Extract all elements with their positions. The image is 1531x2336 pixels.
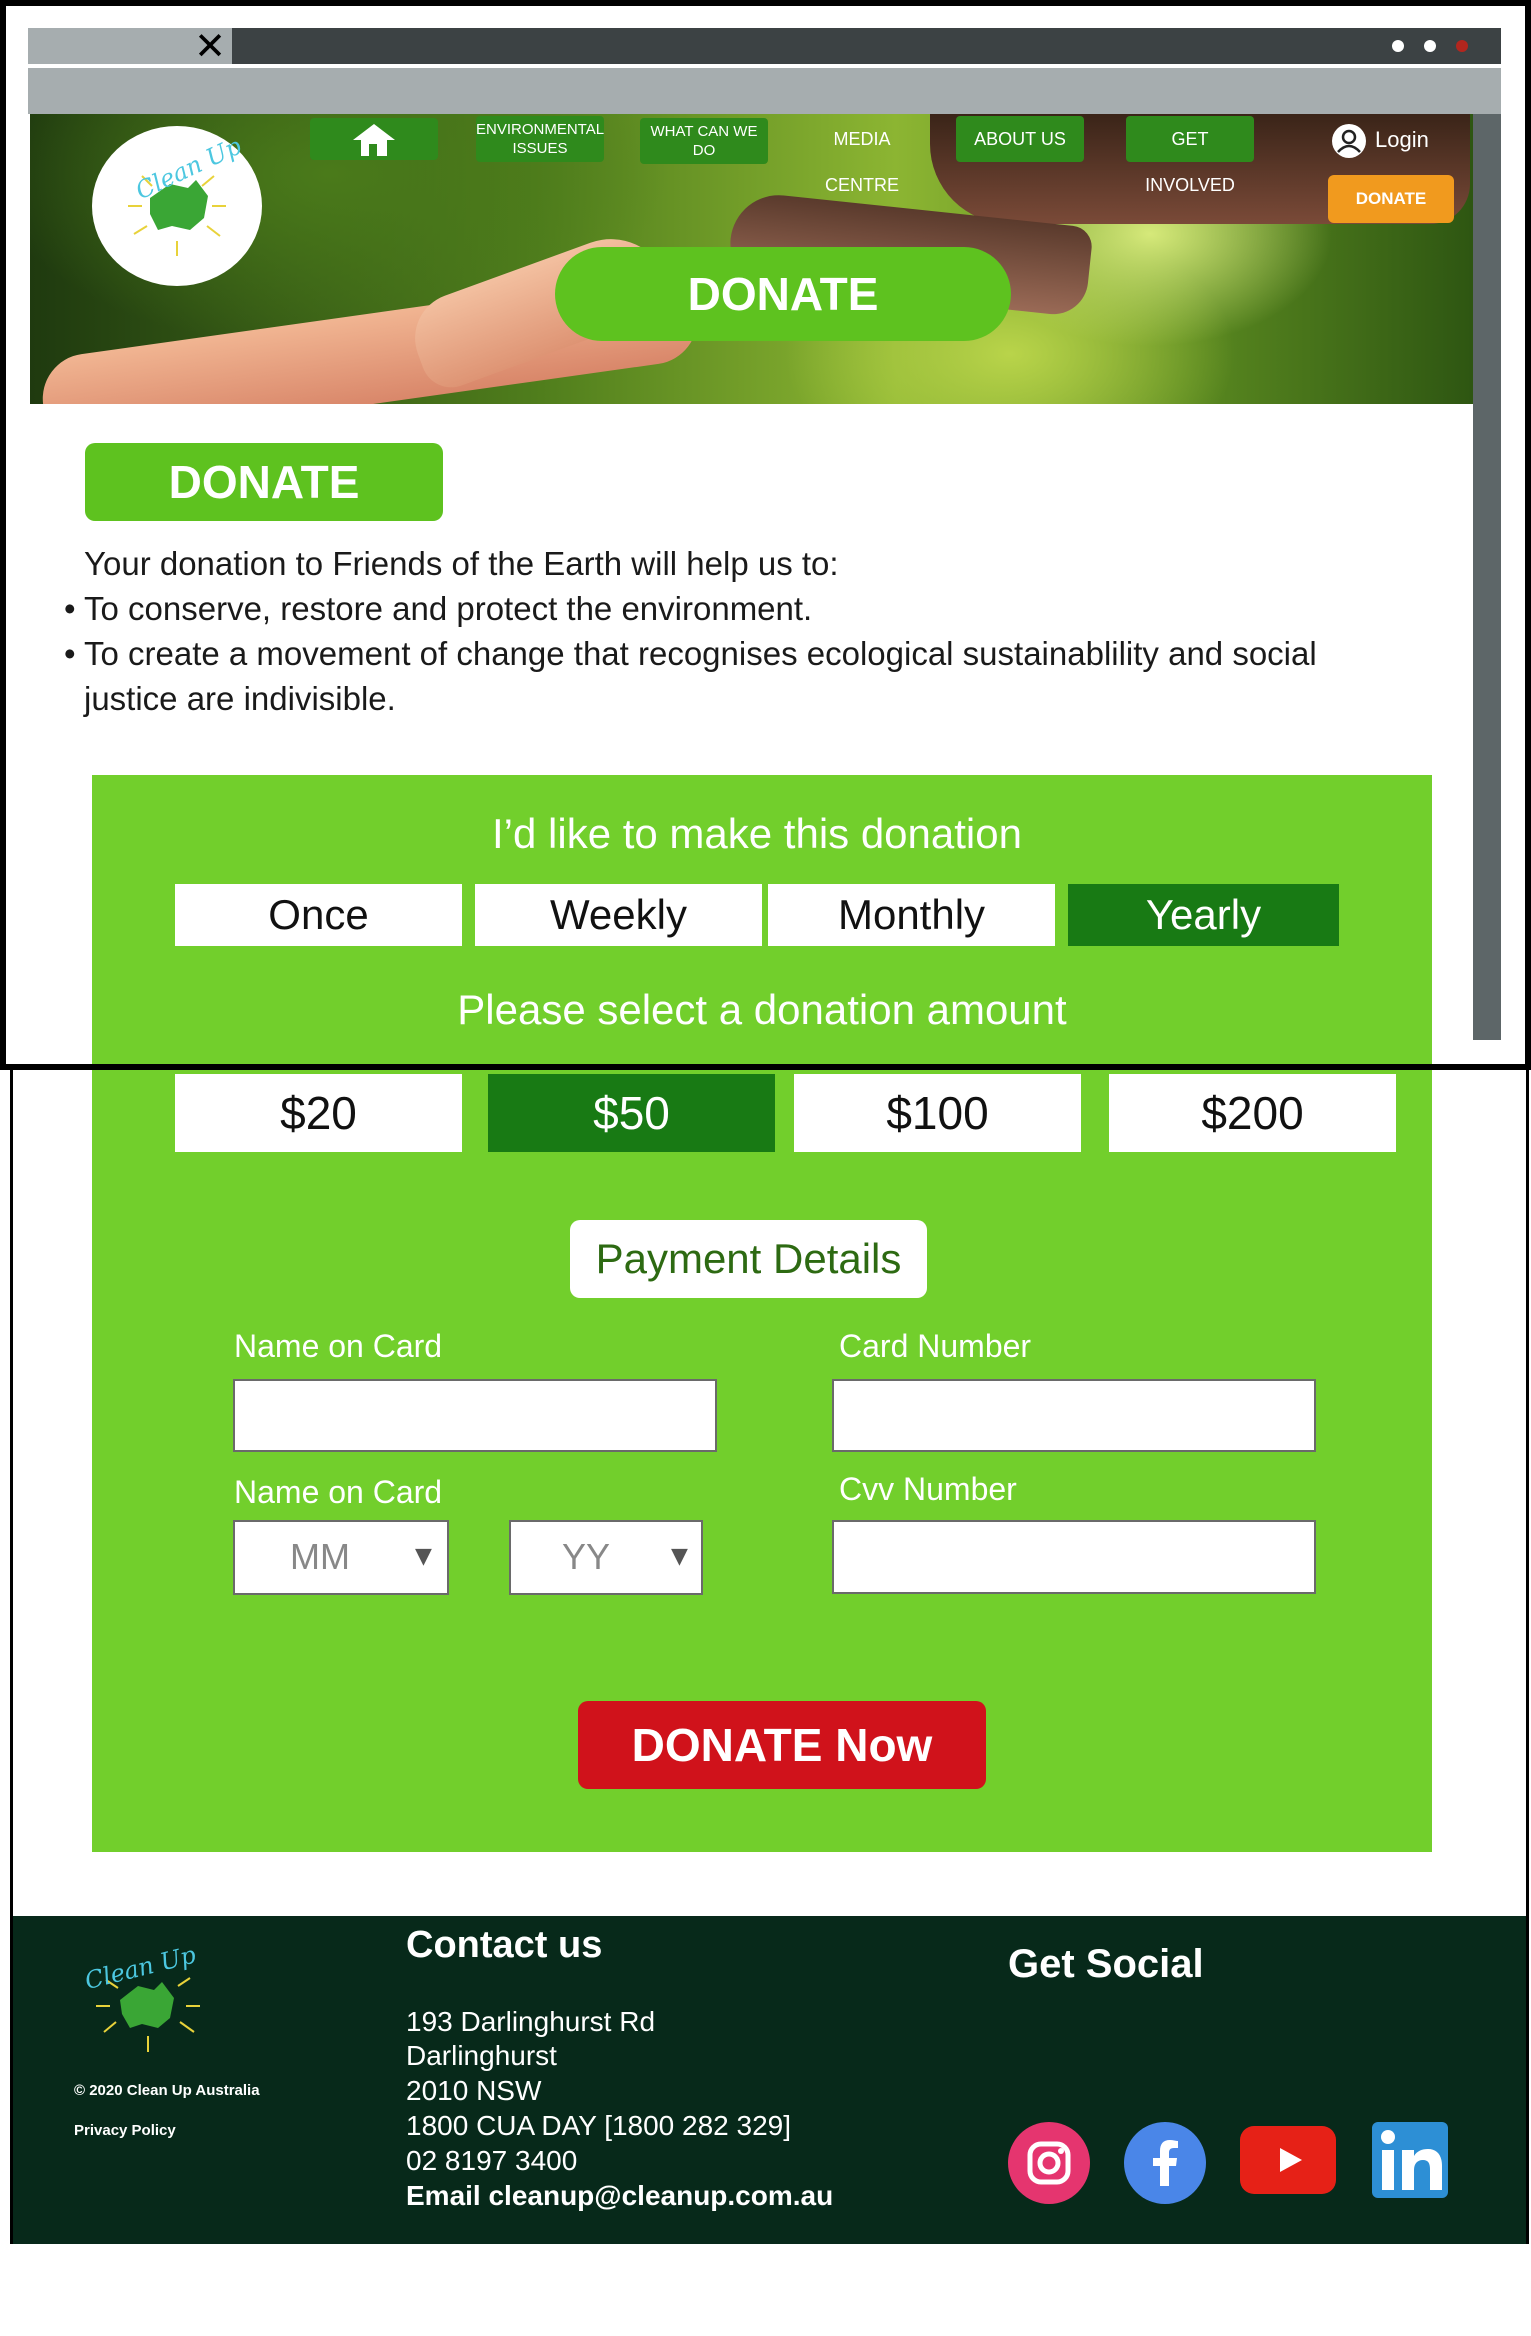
contact-address-line: 193 Darlinghurst Rd bbox=[406, 2006, 656, 2037]
facebook-icon[interactable] bbox=[1124, 2122, 1206, 2204]
bullet-icon: • bbox=[64, 635, 76, 672]
name-on-card-input[interactable] bbox=[233, 1379, 717, 1452]
privacy-policy-link[interactable]: Privacy Policy bbox=[74, 2122, 176, 2139]
amount-20[interactable]: $20 bbox=[175, 1074, 462, 1152]
intro-text: Your donation to Friends of the Earth wi… bbox=[84, 545, 839, 582]
nav-label: WHAT CAN WE bbox=[650, 123, 758, 140]
donate-now-button[interactable]: DONATE Now bbox=[578, 1701, 986, 1789]
contact-email[interactable]: Email cleanup@cleanup.com.au bbox=[406, 2180, 833, 2212]
window-dot-icon[interactable] bbox=[1392, 40, 1404, 52]
bullet-text: To create a movement of change that reco… bbox=[84, 635, 1317, 672]
contact-phone: 1800 CUA DAY [1800 282 329] bbox=[406, 2110, 792, 2141]
expiry-label: Name on Card bbox=[234, 1474, 443, 1510]
contact-address-line: Darlinghurst bbox=[406, 2040, 557, 2071]
card-number-input[interactable] bbox=[832, 1379, 1316, 1452]
instagram-icon[interactable] bbox=[1008, 2122, 1090, 2204]
address-bar[interactable] bbox=[28, 68, 1501, 114]
nav-label: ISSUES bbox=[512, 140, 568, 157]
name-on-card-label: Name on Card bbox=[234, 1328, 443, 1364]
amount-50[interactable]: $50 bbox=[488, 1074, 775, 1152]
expiry-year-select[interactable]: YY ▼ bbox=[509, 1520, 703, 1595]
contact-heading: Contact us bbox=[406, 1924, 603, 1966]
bullet-text: To conserve, restore and protect the env… bbox=[84, 590, 813, 627]
window-dot-icon[interactable] bbox=[1424, 40, 1436, 52]
section-heading-donate: DONATE bbox=[85, 443, 443, 521]
payment-details-heading: Payment Details bbox=[570, 1220, 927, 1298]
frequency-heading: I’d like to make this donation bbox=[492, 810, 1022, 857]
frequency-once[interactable]: Once bbox=[175, 884, 462, 946]
youtube-icon[interactable] bbox=[1240, 2126, 1336, 2194]
logo-icon: Clean Up bbox=[82, 1941, 200, 2052]
hero-donate-button[interactable]: DONATE bbox=[555, 247, 1011, 341]
cvv-label: Cvv Number bbox=[839, 1471, 1017, 1507]
contact-phone: 02 8197 3400 bbox=[406, 2145, 578, 2176]
logo[interactable]: Clean Up bbox=[92, 126, 262, 286]
social-heading: Get Social bbox=[1008, 1942, 1204, 1986]
nav-media-centre[interactable]: MEDIA CENTRE bbox=[798, 116, 926, 195]
nav-label: MEDIA CENTRE bbox=[824, 129, 899, 195]
nav-about-us[interactable]: ABOUT US bbox=[956, 116, 1084, 162]
linkedin-icon[interactable] bbox=[1372, 2122, 1448, 2198]
expiry-month-select[interactable]: MM ▼ bbox=[233, 1520, 449, 1595]
bullet-icon: • bbox=[64, 590, 76, 627]
user-icon[interactable] bbox=[1332, 124, 1366, 158]
close-icon[interactable]: ✕ bbox=[190, 26, 230, 66]
scrollbar[interactable] bbox=[1473, 114, 1501, 1040]
frequency-yearly[interactable]: Yearly bbox=[1068, 884, 1339, 946]
nav-what-can-we-do[interactable]: WHAT CAN WE DO bbox=[640, 118, 768, 164]
nav-environmental-issues[interactable]: ENVIRONMENTAL ISSUES bbox=[476, 116, 604, 162]
home-icon bbox=[353, 124, 395, 156]
header-donate-button[interactable]: DONATE bbox=[1328, 175, 1454, 223]
nav-label: ABOUT US bbox=[974, 129, 1066, 149]
amount-heading: Please select a donation amount bbox=[457, 986, 1067, 1033]
nav-label: ENVIRONMENTAL bbox=[476, 121, 605, 138]
chevron-down-icon: ▼ bbox=[415, 1544, 432, 1569]
amount-200[interactable]: $200 bbox=[1109, 1074, 1396, 1152]
window-dot-icon[interactable] bbox=[1456, 40, 1468, 52]
chevron-down-icon: ▼ bbox=[671, 1544, 688, 1569]
nav-get-involved[interactable]: GET INVOLVED bbox=[1126, 116, 1254, 195]
footer-logo[interactable]: Clean Up bbox=[78, 1928, 218, 2058]
nav-label: GET INVOLVED bbox=[1145, 129, 1235, 195]
bullet-text: justice are indivisible. bbox=[84, 680, 396, 717]
login-link[interactable]: Login bbox=[1375, 125, 1455, 155]
card-number-label: Card Number bbox=[839, 1328, 1032, 1364]
browser-titlebar bbox=[28, 28, 1501, 64]
cvv-input[interactable] bbox=[832, 1520, 1316, 1594]
contact-address-line: 2010 NSW bbox=[406, 2075, 542, 2106]
frequency-weekly[interactable]: Weekly bbox=[475, 884, 762, 946]
amount-100[interactable]: $100 bbox=[794, 1074, 1081, 1152]
month-placeholder: MM bbox=[290, 1536, 350, 1577]
nav-home-button[interactable] bbox=[310, 118, 438, 160]
nav-label: DO bbox=[692, 142, 716, 159]
year-placeholder: YY bbox=[561, 1536, 611, 1577]
logo-icon: Clean Up bbox=[128, 132, 246, 256]
copyright-text: © 2020 Clean Up Australia bbox=[74, 2082, 260, 2099]
frequency-monthly[interactable]: Monthly bbox=[768, 884, 1055, 946]
